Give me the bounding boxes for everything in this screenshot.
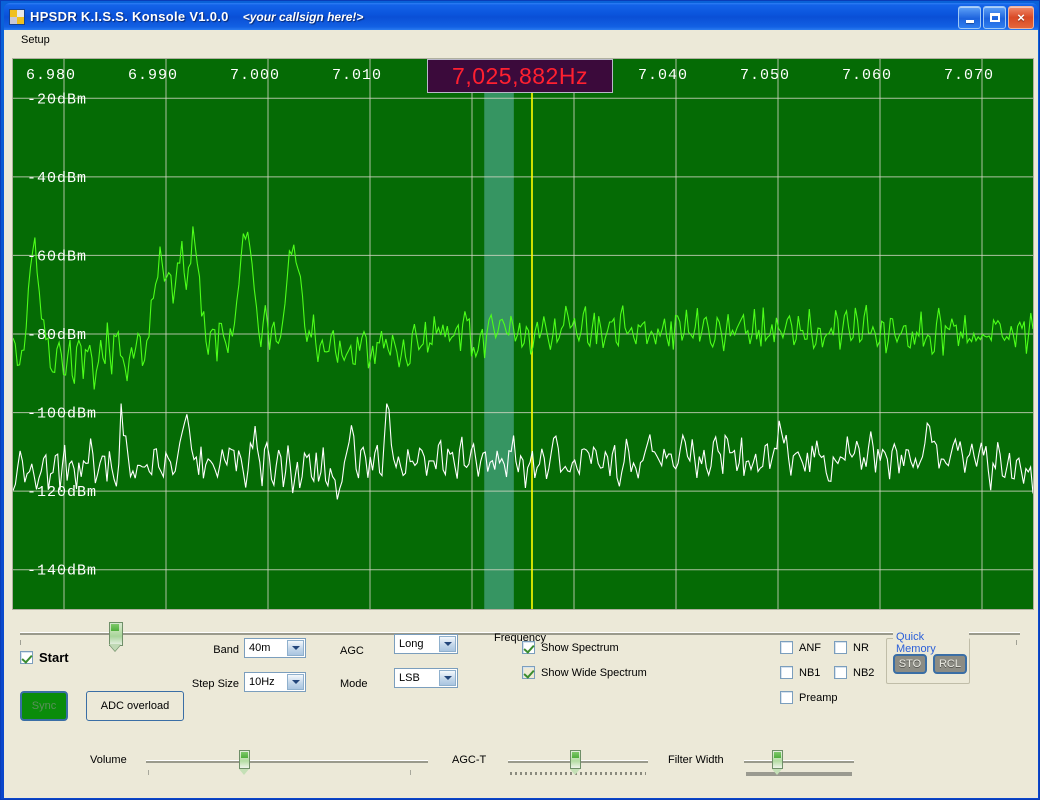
close-icon: ×: [1017, 11, 1025, 24]
status-bar: [4, 794, 1038, 798]
show-spectrum-checkbox-box[interactable]: [522, 641, 535, 654]
nr-label: NR: [853, 642, 869, 654]
volume-slider-track[interactable]: [146, 760, 428, 763]
band-select-value: 40m: [245, 642, 270, 654]
band-label: Band: [209, 644, 239, 656]
close-button[interactable]: ×: [1008, 6, 1034, 29]
agc-select[interactable]: Long: [394, 634, 458, 654]
step-size-select[interactable]: 10Hz: [244, 672, 306, 692]
sync-button-label: Sync: [32, 700, 56, 712]
chevron-down-icon[interactable]: [439, 636, 456, 652]
store-button[interactable]: STO: [893, 654, 927, 674]
volume-slider[interactable]: Volume: [90, 744, 430, 784]
quick-memory-legend: Quick Memory: [893, 631, 969, 655]
filter-width-slider-track[interactable]: [744, 760, 854, 763]
nb1-checkbox-box[interactable]: [780, 666, 793, 679]
nb1-checkbox[interactable]: NB1: [780, 666, 820, 679]
adc-overload-button[interactable]: ADC overload: [86, 691, 184, 721]
band-select[interactable]: 40m: [244, 638, 306, 658]
frequency-readout-value: 7,025,882Hz: [452, 63, 588, 90]
window-title: HPSDR K.I.S.S. Konsole V1.0.0: [30, 9, 229, 24]
window-controls: ×: [958, 6, 1034, 29]
start-checkbox[interactable]: Start: [20, 650, 69, 665]
preamp-label: Preamp: [799, 692, 838, 704]
recall-button-label: RCL: [939, 658, 961, 670]
chevron-down-icon[interactable]: [287, 674, 304, 690]
step-size-select-value: 10Hz: [245, 676, 275, 688]
svg-text:-40dBm: -40dBm: [27, 170, 87, 187]
title-bar[interactable]: HPSDR K.I.S.S. Konsole V1.0.0 <your call…: [4, 3, 1038, 30]
anf-checkbox[interactable]: ANF: [780, 641, 821, 654]
volume-tick-right: [410, 770, 411, 775]
volume-tick-left: [148, 770, 149, 775]
mode-label: Mode: [340, 678, 368, 690]
mode-select-value: LSB: [395, 672, 420, 684]
step-size-label: Step Size: [189, 678, 239, 690]
agc-t-slider-label: AGC-T: [452, 754, 486, 766]
adc-overload-button-label: ADC overload: [101, 700, 169, 712]
filter-width-slider-label: Filter Width: [668, 754, 724, 766]
anf-label: ANF: [799, 642, 821, 654]
show-wide-spectrum-label: Show Wide Spectrum: [541, 667, 647, 679]
svg-text:7.000: 7.000: [230, 67, 280, 84]
mode-select[interactable]: LSB: [394, 668, 458, 688]
agc-t-slider-thumb[interactable]: [570, 750, 581, 769]
maximize-button[interactable]: [983, 6, 1006, 29]
application-window: HPSDR K.I.S.S. Konsole V1.0.0 <your call…: [0, 0, 1040, 800]
filter-width-slider-thumb[interactable]: [772, 750, 783, 769]
svg-text:-140dBm: -140dBm: [27, 563, 97, 580]
anf-checkbox-box[interactable]: [780, 641, 793, 654]
spectrum-display[interactable]: 6.980 6.990 7.000 7.010 7.040 7.050 7.060 7.070…: [12, 58, 1034, 610]
nb2-checkbox-box[interactable]: [834, 666, 847, 679]
svg-text:-60dBm: -60dBm: [27, 248, 87, 265]
svg-text:6.980: 6.980: [26, 67, 76, 84]
svg-text:-20dBm: -20dBm: [27, 91, 87, 108]
agc-t-slider[interactable]: AGC-T: [452, 744, 652, 784]
show-wide-spectrum-checkbox-box[interactable]: [522, 666, 535, 679]
svg-text:7.010: 7.010: [332, 67, 382, 84]
frequency-slider-label: Frequency: [12, 632, 1028, 644]
show-spectrum-label: Show Spectrum: [541, 642, 619, 654]
recall-button[interactable]: RCL: [933, 654, 967, 674]
svg-text:-120dBm: -120dBm: [27, 484, 97, 501]
volume-slider-label: Volume: [90, 754, 127, 766]
svg-text:7.040: 7.040: [638, 67, 688, 84]
nb1-label: NB1: [799, 667, 820, 679]
volume-slider-thumb[interactable]: [239, 750, 250, 769]
nr-checkbox-box[interactable]: [834, 641, 847, 654]
menu-item-setup[interactable]: Setup: [14, 32, 57, 48]
svg-text:6.990: 6.990: [128, 67, 178, 84]
filter-width-slider[interactable]: Filter Width: [668, 744, 878, 784]
client-area: Setup 6.980 6.990 7.000 7.010 7.040 7.050 7.06…: [4, 30, 1038, 798]
minimize-button[interactable]: [958, 6, 981, 29]
start-checkbox-box[interactable]: [20, 651, 33, 664]
filter-width-tick-bar: [746, 772, 852, 776]
quick-memory-group: Quick Memory STO RCL: [886, 638, 970, 684]
spectrum-canvas: 6.980 6.990 7.000 7.010 7.040 7.050 7.060 7.070…: [13, 59, 1033, 609]
show-wide-spectrum-checkbox[interactable]: Show Wide Spectrum: [522, 666, 647, 679]
nr-checkbox[interactable]: NR: [834, 641, 869, 654]
preamp-checkbox[interactable]: Preamp: [780, 691, 838, 704]
agc-select-value: Long: [395, 638, 423, 650]
menu-bar: Setup: [4, 30, 1038, 50]
svg-text:7.070: 7.070: [944, 67, 994, 84]
sync-button[interactable]: Sync: [20, 691, 68, 721]
chevron-down-icon[interactable]: [439, 670, 456, 686]
agc-label: AGC: [340, 645, 364, 657]
frequency-readout: 7,025,882Hz: [427, 59, 613, 93]
svg-text:-80dBm: -80dBm: [27, 327, 87, 344]
svg-text:7.050: 7.050: [740, 67, 790, 84]
chevron-down-icon[interactable]: [287, 640, 304, 656]
start-checkbox-label: Start: [39, 650, 69, 665]
app-icon: [9, 9, 25, 25]
show-spectrum-checkbox[interactable]: Show Spectrum: [522, 641, 619, 654]
svg-text:-100dBm: -100dBm: [27, 406, 97, 423]
svg-text:7.060: 7.060: [842, 67, 892, 84]
nb2-label: NB2: [853, 667, 874, 679]
store-button-label: STO: [899, 658, 921, 670]
frequency-slider[interactable]: Frequency: [12, 618, 1028, 650]
preamp-checkbox-box[interactable]: [780, 691, 793, 704]
nb2-checkbox[interactable]: NB2: [834, 666, 874, 679]
callsign-text: <your callsign here!>: [243, 10, 364, 24]
